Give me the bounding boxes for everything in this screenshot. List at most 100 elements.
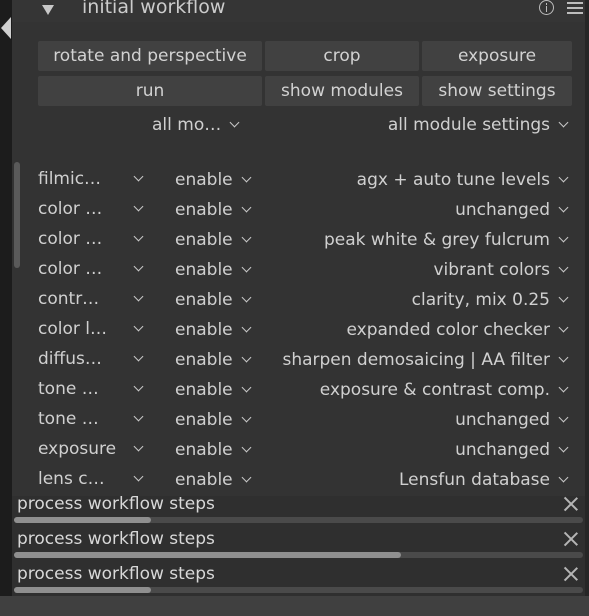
- workflow-panel-root: initial workflow rotate and perspective …: [0, 0, 589, 616]
- row-preset-dropdown[interactable]: sharpen demosaicing | AA filter: [282, 347, 569, 373]
- row-preset: sharpen demosaicing | AA filter: [282, 350, 550, 370]
- chevron-down-icon: [241, 352, 252, 363]
- row-module-dropdown[interactable]: exposure: [38, 436, 148, 462]
- chevron-down-icon: [558, 232, 569, 243]
- info-icon[interactable]: [539, 0, 554, 15]
- chevron-down-icon: [133, 381, 144, 392]
- row-module-dropdown[interactable]: color …: [38, 256, 148, 282]
- collapse-left-arrow-icon[interactable]: [1, 17, 11, 39]
- row-module-name: lens c…: [38, 469, 105, 489]
- row-module-dropdown[interactable]: contr…: [38, 286, 148, 312]
- row-module-dropdown[interactable]: color …: [38, 196, 148, 222]
- chevron-down-icon: [558, 352, 569, 363]
- row-module-name: filmic…: [38, 169, 102, 189]
- progress-bar: [14, 552, 583, 558]
- row-module-dropdown[interactable]: lens c…: [38, 466, 148, 492]
- chevron-down-icon: [241, 322, 252, 333]
- row-state: enable: [175, 440, 233, 460]
- row-state-dropdown[interactable]: enable: [175, 437, 252, 463]
- run-button[interactable]: run: [38, 76, 262, 106]
- row-state-dropdown[interactable]: enable: [175, 377, 252, 403]
- rotate-and-perspective-button[interactable]: rotate and perspective: [38, 41, 262, 71]
- row-state-dropdown[interactable]: enable: [175, 257, 252, 283]
- exposure-button[interactable]: exposure: [422, 41, 572, 71]
- row-preset-dropdown[interactable]: unchanged: [455, 407, 569, 433]
- row-state-dropdown[interactable]: enable: [175, 347, 252, 373]
- chevron-down-icon: [558, 472, 569, 483]
- chevron-down-icon: [241, 262, 252, 273]
- row-preset-dropdown[interactable]: exposure & contrast comp.: [319, 377, 569, 403]
- row-preset-dropdown[interactable]: unchanged: [455, 437, 569, 463]
- chevron-down-icon: [133, 351, 144, 362]
- chevron-down-icon: [241, 202, 252, 213]
- show-settings-button[interactable]: show settings: [422, 76, 572, 106]
- close-icon[interactable]: [563, 530, 579, 546]
- row-preset-dropdown[interactable]: vibrant colors: [433, 257, 569, 283]
- row-preset: exposure & contrast comp.: [319, 380, 550, 400]
- chevron-down-icon: [133, 471, 144, 482]
- row-state-dropdown[interactable]: enable: [175, 317, 252, 343]
- row-preset-dropdown[interactable]: Lensfun database: [399, 467, 569, 493]
- row-state: enable: [175, 260, 233, 280]
- row-preset-dropdown[interactable]: unchanged: [455, 197, 569, 223]
- row-module-dropdown[interactable]: diffus…: [38, 346, 148, 372]
- chevron-down-icon: [133, 261, 144, 272]
- row-state-dropdown[interactable]: enable: [175, 227, 252, 253]
- row-module-dropdown[interactable]: color l…: [38, 316, 148, 342]
- row-module-name: color …: [38, 259, 103, 279]
- row-preset: unchanged: [455, 200, 550, 220]
- chevron-down-icon: [241, 382, 252, 393]
- show-modules-button[interactable]: show modules: [265, 76, 419, 106]
- chevron-down-icon: [241, 472, 252, 483]
- chevron-down-icon: [558, 292, 569, 303]
- row-module-dropdown[interactable]: color …: [38, 226, 148, 252]
- row-preset: agx + auto tune levels: [356, 170, 550, 190]
- progress-label: process workflow steps: [17, 564, 215, 584]
- row-preset-dropdown[interactable]: clarity, mix 0.25: [412, 287, 569, 313]
- row-preset: vibrant colors: [433, 260, 550, 280]
- row-module-dropdown[interactable]: filmic…: [38, 166, 148, 192]
- row-module-name: exposure: [38, 439, 117, 459]
- chevron-down-icon: [241, 442, 252, 453]
- row-state: enable: [175, 410, 233, 430]
- modules-filter-value: all mo…: [152, 115, 222, 135]
- module-header[interactable]: initial workflow: [12, 0, 585, 22]
- crop-button[interactable]: crop: [265, 41, 419, 71]
- hamburger-menu-icon[interactable]: [567, 1, 583, 15]
- chevron-down-icon: [241, 172, 252, 183]
- row-state-dropdown[interactable]: enable: [175, 167, 252, 193]
- row-module-name: color …: [38, 229, 103, 249]
- chevron-down-icon: [241, 412, 252, 423]
- row-preset: peak white & grey fulcrum: [324, 230, 550, 250]
- module-title: initial workflow: [82, 0, 226, 18]
- expand-chevron-down-icon[interactable]: [42, 5, 54, 15]
- row-module-dropdown[interactable]: tone …: [38, 376, 148, 402]
- settings-filter-dropdown[interactable]: all module settings: [387, 112, 569, 138]
- chevron-down-icon: [241, 232, 252, 243]
- row-state-dropdown[interactable]: enable: [175, 407, 252, 433]
- row-module-dropdown[interactable]: tone …: [38, 406, 148, 432]
- row-preset-dropdown[interactable]: agx + auto tune levels: [356, 167, 569, 193]
- modules-filter-dropdown[interactable]: all mo…: [152, 112, 240, 138]
- chevron-down-icon: [558, 412, 569, 423]
- close-icon[interactable]: [563, 495, 579, 511]
- row-preset: unchanged: [455, 410, 550, 430]
- close-icon[interactable]: [563, 565, 579, 581]
- row-state-dropdown[interactable]: enable: [175, 287, 252, 313]
- progress-bar-fill: [14, 587, 151, 593]
- settings-filter-value: all module settings: [387, 115, 550, 135]
- progress-job: process workflow steps: [12, 494, 585, 531]
- chevron-down-icon: [558, 382, 569, 393]
- list-scrollbar[interactable]: [14, 162, 20, 268]
- row-preset: unchanged: [455, 440, 550, 460]
- row-preset-dropdown[interactable]: expanded color checker: [346, 317, 569, 343]
- row-state: enable: [175, 380, 233, 400]
- row-module-name: tone …: [38, 379, 99, 399]
- progress-bar-fill: [14, 552, 401, 558]
- progress-bar: [14, 587, 583, 593]
- row-state-dropdown[interactable]: enable: [175, 197, 252, 223]
- row-preset-dropdown[interactable]: peak white & grey fulcrum: [324, 227, 569, 253]
- left-collapse-strip[interactable]: [0, 0, 12, 616]
- row-state: enable: [175, 170, 233, 190]
- row-state-dropdown[interactable]: enable: [175, 467, 252, 493]
